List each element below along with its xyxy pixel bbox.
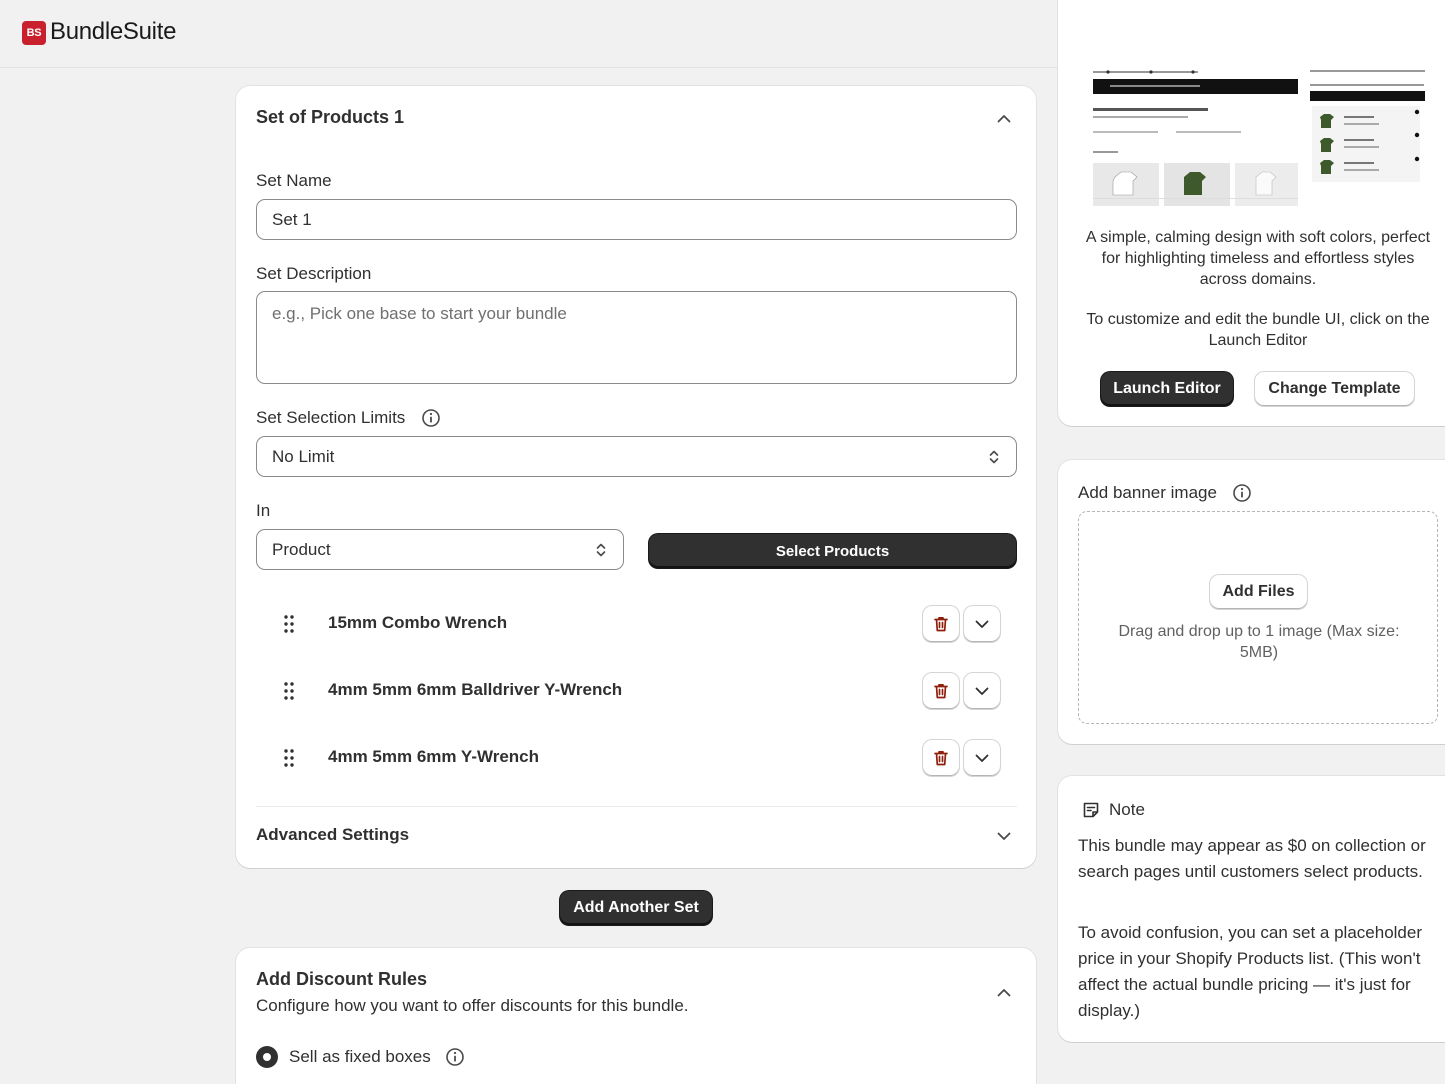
chevron-down-icon	[975, 687, 989, 695]
set-name-value: Set 1	[272, 209, 312, 229]
banner-image-card: Add banner image Add Files Drag and drop…	[1058, 460, 1445, 744]
in-label: In	[256, 501, 271, 520]
product-row: 4mm 5mm 6mm Balldriver Y-Wrench	[256, 666, 1017, 716]
trash-icon	[934, 683, 948, 699]
select-products-button[interactable]: Select Products	[649, 534, 1016, 568]
fixed-boxes-radio[interactable]	[256, 1046, 278, 1068]
expand-product-button[interactable]	[964, 606, 1000, 642]
chevron-down-icon	[975, 620, 989, 628]
drag-handle-icon[interactable]	[282, 681, 296, 701]
collapse-chevron-up-icon[interactable]	[993, 981, 1015, 1003]
product-row: 15mm Combo Wrench	[256, 599, 1017, 649]
template-card: A simple, calming design with soft color…	[1058, 0, 1445, 426]
fixed-boxes-label: Sell as fixed boxes	[289, 1047, 431, 1066]
delete-product-button[interactable]	[923, 673, 959, 709]
set-name-label: Set Name	[256, 171, 332, 190]
discount-rules-subtitle: Configure how you want to offer discount…	[256, 996, 689, 1015]
chevron-down-icon	[975, 754, 989, 762]
selection-limits-select[interactable]: No Limit	[256, 436, 1017, 477]
discount-rules-card: Add Discount Rules Configure how you wan…	[236, 948, 1036, 1084]
in-select[interactable]: Product	[256, 529, 624, 570]
info-icon[interactable]	[1232, 483, 1252, 503]
note-title: Note	[1109, 800, 1145, 819]
product-name: 4mm 5mm 6mm Y-Wrench	[328, 747, 540, 766]
change-template-button[interactable]: Change Template	[1255, 372, 1414, 406]
info-icon[interactable]	[421, 408, 441, 428]
divider	[256, 806, 1017, 807]
note-paragraph-1: This bundle may appear as $0 on collecti…	[1078, 836, 1426, 881]
product-row: 4mm 5mm 6mm Y-Wrench	[256, 733, 1017, 783]
app-name: BundleSuite	[50, 18, 177, 45]
note-icon	[1081, 800, 1101, 820]
product-name: 4mm 5mm 6mm Balldriver Y-Wrench	[328, 680, 623, 699]
in-select-value: Product	[272, 539, 331, 559]
banner-image-title: Add banner image	[1078, 483, 1217, 502]
launch-editor-button[interactable]: Launch Editor	[1101, 372, 1233, 406]
set-description-placeholder: e.g., Pick one base to start your bundle	[272, 304, 567, 323]
add-files-button[interactable]: Add Files	[1210, 575, 1307, 609]
template-description: A simple, calming design with soft color…	[1085, 229, 1431, 288]
dropzone-hint: Drag and drop up to 1 image (Max size: 5…	[1118, 623, 1400, 661]
logo-badge: BS	[22, 21, 46, 45]
collapse-chevron-up-icon[interactable]	[993, 107, 1015, 129]
set-description-textarea[interactable]: e.g., Pick one base to start your bundle	[256, 291, 1017, 384]
expand-product-button[interactable]	[964, 673, 1000, 709]
select-arrows-icon	[596, 543, 606, 556]
add-another-set-button[interactable]: Add Another Set	[560, 891, 712, 925]
product-name: 15mm Combo Wrench	[328, 613, 508, 632]
drag-handle-icon[interactable]	[282, 748, 296, 768]
set-card-title: Set of Products 1	[256, 107, 405, 127]
info-icon[interactable]	[445, 1047, 465, 1067]
delete-product-button[interactable]	[923, 740, 959, 776]
delete-product-button[interactable]	[923, 606, 959, 642]
trash-icon	[934, 750, 948, 766]
template-customize-text: To customize and edit the bundle UI, cli…	[1086, 311, 1430, 349]
expand-product-button[interactable]	[964, 740, 1000, 776]
selection-limits-value: No Limit	[272, 446, 335, 466]
banner-dropzone[interactable]: Add Files Drag and drop up to 1 image (M…	[1078, 511, 1438, 724]
set-description-label: Set Description	[256, 264, 372, 283]
note-paragraph-2: To avoid confusion, you can set a placeh…	[1078, 923, 1423, 1020]
advanced-settings-chevron-down-icon[interactable]	[993, 825, 1015, 847]
set-of-products-card: Set of Products 1 Set Name Set 1 Set Des…	[236, 86, 1036, 868]
advanced-settings-toggle[interactable]: Advanced Settings	[256, 825, 409, 845]
drag-handle-icon[interactable]	[282, 614, 296, 634]
set-name-input[interactable]: Set 1	[256, 199, 1017, 240]
trash-icon	[934, 616, 948, 632]
note-card: Note This bundle may appear as $0 on col…	[1058, 776, 1445, 1042]
discount-rules-title: Add Discount Rules	[256, 969, 428, 989]
template-preview-image	[1088, 68, 1430, 206]
select-arrows-icon	[989, 450, 999, 463]
selection-limits-label: Set Selection Limits	[256, 408, 406, 427]
